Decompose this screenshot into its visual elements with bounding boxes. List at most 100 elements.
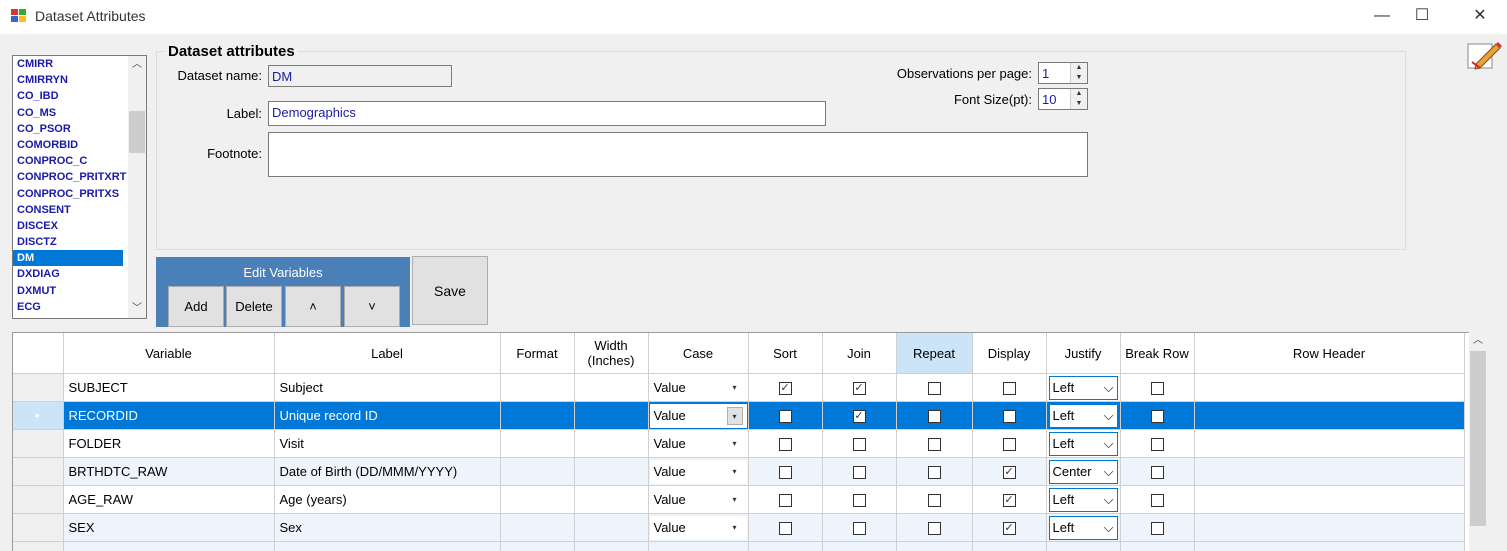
column-header-repeat[interactable]: Repeat [896, 333, 972, 374]
dataset-list-item[interactable]: CONPROC_PRITXS [13, 186, 123, 202]
add-variable-button[interactable]: Add [168, 286, 224, 327]
scroll-up-icon[interactable]: ︿ [128, 56, 146, 74]
spin-up-icon[interactable]: ▲ [1071, 63, 1087, 73]
label-cell[interactable]: Sex [274, 514, 500, 542]
variable-cell[interactable]: SEX [63, 514, 274, 542]
label-field[interactable]: Demographics [268, 101, 826, 126]
checkbox[interactable] [1151, 410, 1164, 423]
dropdown-arrow-icon[interactable]: ▾ [727, 379, 743, 397]
row-header-cell[interactable] [13, 458, 63, 486]
checkbox-cell[interactable] [822, 486, 896, 514]
scroll-thumb[interactable] [1470, 351, 1486, 526]
checkbox[interactable] [853, 494, 866, 507]
dropdown-arrow-icon[interactable]: ▾ [727, 519, 743, 537]
column-header-width-inches[interactable]: Width (Inches) [574, 333, 648, 374]
width-cell[interactable] [574, 374, 648, 402]
table-row[interactable]: SUBJECTSubjectValue▾✓✓Left⌵ [13, 374, 1464, 402]
checkbox-cell[interactable]: ✓ [748, 374, 822, 402]
row-header-text-cell[interactable] [1194, 514, 1464, 542]
table-row[interactable]: ▸RECORDIDUnique record IDValue▾✓Left⌵ [13, 402, 1464, 430]
checkbox-cell[interactable]: ✓ [972, 458, 1046, 486]
row-header-cell[interactable]: ▸ [13, 402, 63, 430]
width-cell[interactable] [574, 402, 648, 430]
variable-cell[interactable]: BRTHDTC_RAW [63, 458, 274, 486]
dropdown-arrow-icon[interactable]: ▾ [727, 407, 743, 425]
column-header-row-header[interactable]: Row Header [1194, 333, 1464, 374]
row-header-text-cell[interactable] [1194, 458, 1464, 486]
scroll-up-icon[interactable]: ︿ [1469, 332, 1487, 350]
case-dropdown[interactable]: Value▾ [650, 460, 747, 484]
row-header-cell[interactable] [13, 514, 63, 542]
checkbox-cell[interactable] [1120, 458, 1194, 486]
checkbox[interactable] [853, 522, 866, 535]
chevron-down-icon[interactable]: ⌵ [1104, 492, 1114, 508]
checkbox-cell[interactable] [1120, 514, 1194, 542]
dataset-list[interactable]: CMIRRCMIRRYNCO_IBDCO_MSCO_PSORCOMORBIDCO… [12, 55, 147, 319]
move-down-button[interactable]: ˅ [344, 286, 400, 327]
checkbox-cell[interactable] [822, 458, 896, 486]
checkbox[interactable] [779, 522, 792, 535]
chevron-down-icon[interactable]: ⌵ [1104, 520, 1114, 536]
column-header-justify[interactable]: Justify [1046, 333, 1120, 374]
label-cell[interactable]: Visit [274, 430, 500, 458]
case-cell[interactable]: Value▾ [648, 430, 748, 458]
justify-dropdown[interactable]: Center⌵ [1049, 460, 1118, 484]
checkbox[interactable] [928, 410, 941, 423]
case-dropdown[interactable]: Value▾ [650, 432, 747, 456]
checkbox[interactable] [928, 438, 941, 451]
row-header-cell[interactable] [13, 374, 63, 402]
font-size-stepper[interactable]: 10 ▲▼ [1038, 88, 1088, 110]
table-row[interactable]: FOLDERVisitValue▾Left⌵ [13, 430, 1464, 458]
row-header-cell[interactable] [13, 430, 63, 458]
checkbox-cell[interactable] [748, 458, 822, 486]
checkbox[interactable] [1003, 410, 1016, 423]
edit-pencil-icon[interactable] [1466, 38, 1502, 72]
format-cell[interactable] [500, 430, 574, 458]
format-cell[interactable] [500, 402, 574, 430]
dataset-list-item[interactable]: CONPROC_PRITXRT [13, 169, 123, 185]
chevron-down-icon[interactable]: ⌵ [1104, 464, 1114, 480]
checkbox-cell[interactable]: ✓ [972, 486, 1046, 514]
dataset-list-item[interactable]: ECG [13, 299, 123, 315]
case-cell[interactable]: Value▾ [648, 486, 748, 514]
checkbox-cell[interactable] [896, 514, 972, 542]
checkbox-cell[interactable] [1120, 430, 1194, 458]
column-header-format[interactable]: Format [500, 333, 574, 374]
dataset-list-item[interactable]: CONPROC_C [13, 153, 123, 169]
checkbox-cell[interactable]: ✓ [822, 402, 896, 430]
checkbox[interactable] [779, 438, 792, 451]
checkbox[interactable] [853, 466, 866, 479]
spin-buttons[interactable]: ▲▼ [1070, 63, 1087, 83]
checkbox[interactable] [1151, 382, 1164, 395]
checkbox-cell[interactable] [896, 374, 972, 402]
row-header-text-cell[interactable] [1194, 402, 1464, 430]
column-header-label[interactable]: Label [274, 333, 500, 374]
checkbox-cell[interactable] [972, 430, 1046, 458]
justify-cell[interactable]: Left⌵ [1046, 514, 1120, 542]
format-cell[interactable] [500, 374, 574, 402]
justify-cell[interactable]: Left⌵ [1046, 486, 1120, 514]
checkbox[interactable] [1003, 438, 1016, 451]
spin-down-icon[interactable]: ▼ [1071, 99, 1087, 109]
dataset-list-item[interactable]: DISCEX [13, 218, 123, 234]
row-header-text-cell[interactable] [1194, 374, 1464, 402]
case-cell[interactable]: Value▾ [648, 402, 748, 430]
spin-up-icon[interactable]: ▲ [1071, 89, 1087, 99]
checkbox[interactable] [779, 410, 792, 423]
checkbox[interactable] [928, 494, 941, 507]
dataset-list-item[interactable]: CO_PSOR [13, 121, 123, 137]
variable-cell[interactable]: RECORDID [63, 402, 274, 430]
dataset-list-item[interactable]: CONSENT [13, 202, 123, 218]
checkbox-cell[interactable] [748, 486, 822, 514]
case-dropdown[interactable]: Value▾ [650, 376, 747, 400]
column-header-join[interactable]: Join [822, 333, 896, 374]
dataset-list-item[interactable]: CO_IBD [13, 88, 123, 104]
variable-cell[interactable]: AGE_RAW [63, 486, 274, 514]
format-cell[interactable] [500, 514, 574, 542]
justify-cell[interactable]: Center⌵ [1046, 458, 1120, 486]
dataset-list-item[interactable]: CO_MS [13, 105, 123, 121]
justify-dropdown[interactable]: Left⌵ [1049, 376, 1118, 400]
label-cell[interactable]: Date of Birth (DD/MMM/YYYY) [274, 458, 500, 486]
dropdown-arrow-icon[interactable]: ▾ [727, 435, 743, 453]
table-row[interactable]: SEXSexValue▾✓Left⌵ [13, 514, 1464, 542]
